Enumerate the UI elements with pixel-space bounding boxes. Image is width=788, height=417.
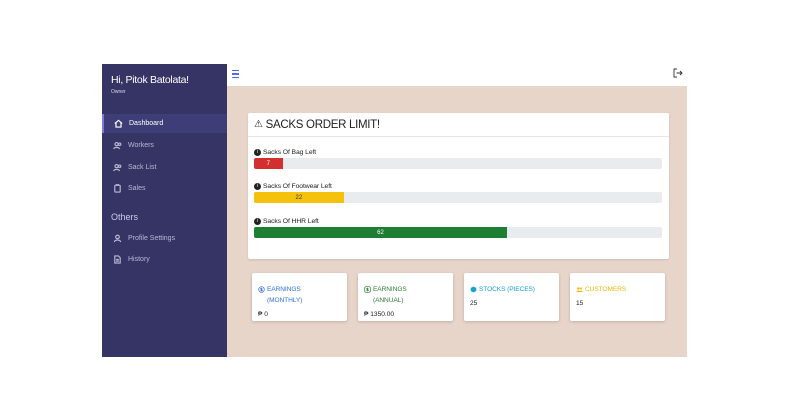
info-icon: i [254, 148, 261, 156]
progress-bar-hhr: 62 [254, 227, 507, 238]
sack-row-hhr: i Sacks Of HHR Left 62 [254, 216, 662, 238]
progress-bar-footwear: 22 [254, 192, 344, 203]
sidebar-item-label: Sack List [128, 164, 157, 171]
home-icon [114, 119, 123, 128]
progress-track: 7 [254, 158, 662, 169]
progress-value: 62 [377, 229, 384, 236]
sidebar-item-profile-settings[interactable]: Profile Settings [102, 229, 227, 248]
stocks-card: STOCKS (PIECES) 25 [464, 273, 559, 321]
document-icon [114, 255, 121, 264]
user-role: Owner [111, 89, 126, 95]
sacks-limit-title: SACKS ORDER LIMIT! [265, 118, 380, 131]
info-icon: i [254, 217, 261, 225]
progress-track: 22 [254, 192, 662, 203]
progress-track: 62 [254, 227, 662, 238]
dollar-circle-icon [258, 286, 265, 293]
users-icon [576, 287, 583, 292]
sack-label: Sacks Of Footwear Left [263, 182, 332, 190]
clipboard-icon [114, 184, 121, 193]
menu-toggle-icon[interactable] [232, 70, 239, 79]
top-bar [227, 64, 687, 86]
sack-row-bag: i Sacks Of Bag Left 7 [254, 147, 662, 169]
sidebar-item-label: Workers [128, 142, 154, 149]
stat-value: 25 [470, 300, 478, 307]
sacks-limit-header: ⚠ SACKS ORDER LIMIT! [248, 113, 669, 137]
box-icon [470, 286, 477, 293]
warning-icon: ⚠ [254, 119, 263, 130]
stat-subtitle: (ANNUAL) [373, 297, 404, 304]
progress-bar-bag: 7 [254, 158, 283, 169]
sidebar-item-label: History [128, 256, 150, 263]
sidebar-item-sales[interactable]: Sales [102, 179, 227, 198]
stat-subtitle: (MONTHLY) [267, 297, 303, 304]
sidebar-item-label: Sales [128, 185, 146, 192]
customers-card: CUSTOMERS 15 [570, 273, 665, 321]
dollar-icon [364, 286, 371, 293]
sidebar-item-workers[interactable]: Workers [102, 136, 227, 155]
stat-title: EARNINGS [373, 286, 407, 293]
progress-value: 22 [295, 194, 303, 201]
earnings-annual-card: EARNINGS (ANNUAL) ₱ 1350.00 [358, 273, 453, 321]
sack-label: Sacks Of Bag Left [263, 148, 317, 156]
users-icon [113, 163, 122, 172]
stat-value: ₱ 1350.00 [364, 311, 395, 318]
sidebar-section-others: Others [111, 212, 139, 222]
main-content: ⚠ SACKS ORDER LIMIT! i Sacks Of Bag Left… [227, 86, 687, 357]
earnings-monthly-card: EARNINGS (MONTHLY) ₱ 0 [252, 273, 347, 321]
sack-label: Sacks Of HHR Left [263, 217, 319, 225]
user-icon [113, 234, 122, 243]
sidebar-item-dashboard[interactable]: Dashboard [102, 114, 227, 133]
users-icon [113, 141, 122, 150]
stat-title: EARNINGS [267, 286, 301, 293]
sack-row-footwear: i Sacks Of Footwear Left 22 [254, 181, 662, 203]
info-icon: i [254, 182, 261, 190]
user-greeting: Hi, Pitok Batolata! [111, 74, 189, 86]
logout-icon[interactable] [673, 68, 683, 78]
sidebar-item-label: Profile Settings [128, 235, 176, 242]
progress-value: 7 [266, 160, 270, 167]
stat-title: CUSTOMERS [585, 286, 627, 293]
sidebar-item-sack-list[interactable]: Sack List [102, 158, 227, 177]
stat-value: ₱ 0 [258, 311, 268, 318]
sacks-limit-card: ⚠ SACKS ORDER LIMIT! i Sacks Of Bag Left… [248, 113, 669, 259]
stat-title: STOCKS (PIECES) [479, 286, 535, 293]
sidebar-item-label: Dashboard [129, 120, 164, 127]
sidebar-item-history[interactable]: History [102, 250, 227, 269]
sidebar: Hi, Pitok Batolata! Owner Dashboard Work… [102, 64, 227, 357]
stat-value: 15 [576, 300, 584, 307]
